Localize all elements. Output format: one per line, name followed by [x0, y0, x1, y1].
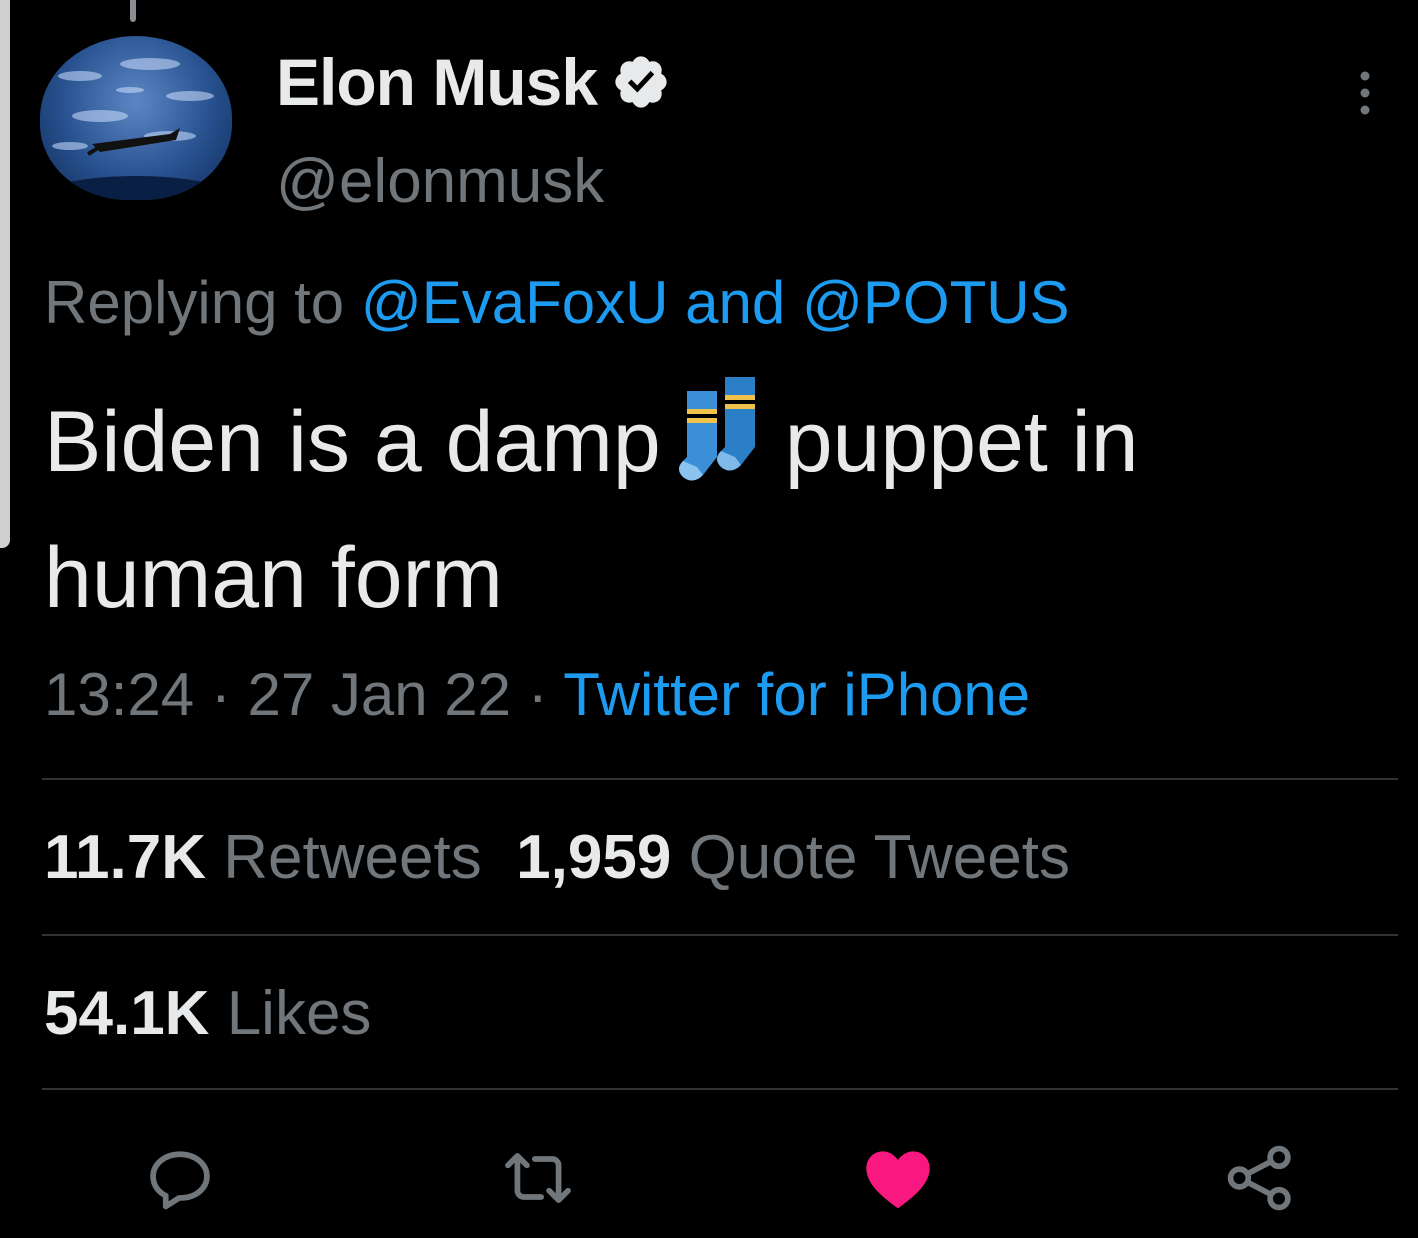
tweet-text: Biden is a damp puppet in human form — [44, 374, 1404, 646]
tweet-meta: 13:24 · 27 Jan 22 · Twitter for iPhone — [44, 661, 1031, 728]
avatar-image — [40, 58, 232, 200]
share-button[interactable] — [1222, 1140, 1298, 1216]
verified-badge-icon — [615, 56, 667, 108]
screen-edge — [0, 0, 10, 548]
divider — [42, 1088, 1398, 1090]
like-button[interactable] — [860, 1140, 936, 1216]
quotes-count: 1,959 — [516, 823, 672, 892]
mention-potus[interactable]: @POTUS — [802, 269, 1070, 336]
retweet-icon — [505, 1152, 571, 1204]
reply-button[interactable] — [142, 1140, 218, 1216]
retweets-count: 11.7K — [44, 823, 207, 892]
author-handle[interactable]: @elonmusk — [276, 146, 604, 217]
replying-to: Replying to @EvaFoxU and @POTUS — [44, 269, 1070, 336]
author-name[interactable]: Elon Musk — [276, 44, 598, 120]
retweets-label: Retweets — [223, 823, 482, 892]
thread-connector — [130, 0, 136, 22]
socks-emoji-icon — [678, 377, 755, 481]
reply-icon — [150, 1151, 210, 1210]
likes-count: 54.1K — [44, 979, 210, 1048]
mention-evafoxu[interactable]: @EvaFoxU — [361, 269, 669, 336]
avatar[interactable] — [40, 36, 232, 200]
likes-label: Likes — [226, 979, 372, 1048]
quote-tweets-link[interactable]: 1,959 Quote Tweets — [516, 823, 1070, 892]
tweet-date[interactable]: 27 Jan 22 — [247, 661, 511, 728]
divider — [42, 778, 1398, 780]
retweets-link[interactable]: 11.7K Retweets — [44, 823, 482, 892]
tweet-time[interactable]: 13:24 — [44, 661, 194, 728]
divider — [42, 934, 1398, 936]
likes-stats[interactable]: 54.1K Likes — [44, 978, 371, 1049]
retweet-stats: 11.7K Retweets 1,959 Quote Tweets — [44, 822, 1070, 893]
more-options-icon[interactable] — [1350, 68, 1380, 118]
like-icon — [866, 1151, 930, 1209]
tweet-source[interactable]: Twitter for iPhone — [563, 661, 1030, 728]
quotes-label: Quote Tweets — [688, 823, 1070, 892]
share-icon — [1227, 1145, 1291, 1211]
retweet-button[interactable] — [500, 1140, 576, 1216]
